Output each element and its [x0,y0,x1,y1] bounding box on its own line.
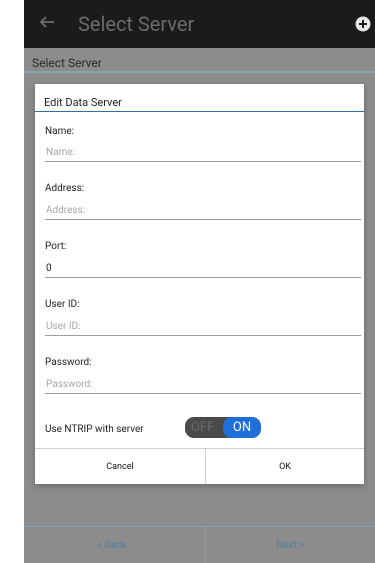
address-input[interactable] [45,202,361,220]
password-input[interactable] [45,376,361,394]
password-label: Password: [45,357,92,368]
section-divider [24,71,375,73]
toggle-on-thumb: ON [223,417,261,438]
app-screen: Select Server Select Server < Back Next … [24,0,375,563]
edit-server-dialog: Edit Data Server Name: Address: Port: Us… [35,84,364,484]
page-title: Select Server [78,12,195,36]
port-input[interactable] [45,260,361,278]
name-input[interactable] [45,144,361,162]
cancel-button[interactable]: Cancel [35,449,205,484]
user-id-label: User ID: [45,299,80,310]
back-button[interactable]: < Back [24,527,199,563]
name-label: Name: [45,126,75,137]
ntrip-label: Use NTRIP with server [45,424,144,435]
next-button[interactable]: Next > [206,527,375,563]
bottom-nav-bar: < Back Next > [24,526,375,563]
toggle-off-text: OFF [191,420,215,435]
arrow-left-icon[interactable] [38,13,56,31]
action-bar: Select Server [24,0,375,48]
ok-button[interactable]: OK [206,449,364,484]
section-label: Select Server [32,56,102,70]
dialog-title: Edit Data Server [44,96,122,109]
address-label: Address: [45,183,85,194]
add-circle-icon[interactable] [355,16,371,32]
user-id-input[interactable] [45,318,361,336]
ntrip-toggle[interactable]: OFF ON [185,417,261,438]
dialog-title-divider [35,111,364,112]
port-label: Port: [45,241,67,252]
